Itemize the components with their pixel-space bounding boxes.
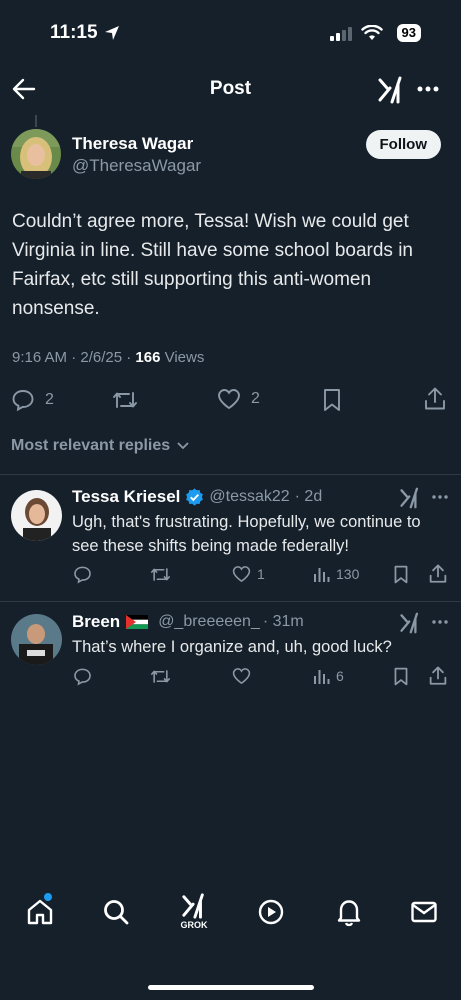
post-timestamp: 9:16 AM · 2/6/25 · <box>12 349 136 366</box>
views-button[interactable]: 130 <box>313 565 359 583</box>
palestine-flag-icon <box>126 615 149 629</box>
reply-author-name[interactable]: Tessa Kriesel <box>72 487 180 507</box>
clock-text: 11:15 <box>50 22 98 43</box>
author-name[interactable]: Theresa Wagar <box>72 134 193 154</box>
post-meta: 9:16 AM · 2/6/25 · 166 Views <box>12 349 204 366</box>
reply-author-handle[interactable]: @_breeeeen_ <box>158 613 260 631</box>
like-button[interactable]: 1 <box>232 565 265 583</box>
author-handle[interactable]: @TheresaWagar <box>72 156 201 176</box>
bookmark-icon[interactable] <box>393 565 409 584</box>
author-avatar[interactable] <box>11 129 61 179</box>
battery-indicator: 93 <box>396 24 421 42</box>
grok-icon <box>182 893 204 919</box>
reply-icon[interactable] <box>73 565 92 584</box>
bookmark-icon[interactable] <box>322 388 342 412</box>
home-icon[interactable] <box>26 898 54 926</box>
grok-tab[interactable]: GROK <box>177 893 211 930</box>
views-label: Views <box>160 349 205 366</box>
share-icon[interactable] <box>429 666 447 686</box>
thread-line <box>35 115 37 127</box>
repost-icon[interactable] <box>112 388 138 412</box>
reply-item[interactable]: Breen @_breeeeen_ · 31m That’s where I o… <box>0 602 461 702</box>
cellular-signal-icon <box>330 27 352 41</box>
wifi-icon <box>361 25 383 40</box>
video-play-icon[interactable] <box>257 898 285 926</box>
reply-avatar[interactable] <box>11 490 62 541</box>
chevron-down-icon <box>177 442 189 450</box>
more-icon[interactable] <box>432 495 448 499</box>
repost-icon[interactable] <box>150 667 171 686</box>
views-button[interactable]: 6 <box>313 667 344 685</box>
follow-button[interactable]: Follow <box>365 130 441 159</box>
post-actions: 2 2 <box>0 386 461 414</box>
views-count: 130 <box>336 566 360 582</box>
more-icon[interactable] <box>417 86 439 92</box>
like-button[interactable]: 2 <box>217 388 260 410</box>
share-icon[interactable] <box>429 564 447 584</box>
bottom-tab-bar: GROK <box>0 890 461 1000</box>
reply-count: 2 <box>45 391 54 408</box>
reply-header: Tessa Kriesel @tessak22 · 2d <box>72 487 322 507</box>
reply-author-name[interactable]: Breen <box>72 612 120 632</box>
reply-icon <box>12 390 34 412</box>
grok-tab-label: GROK <box>180 920 208 930</box>
heart-icon <box>232 668 251 685</box>
more-icon[interactable] <box>432 620 448 624</box>
verified-badge-icon <box>186 487 204 506</box>
reply-time: · 2d <box>294 488 323 505</box>
grok-icon[interactable] <box>400 612 420 634</box>
analytics-icon <box>314 670 330 684</box>
reply-time: · 31m <box>262 613 304 630</box>
status-time: 11:15 <box>50 22 120 44</box>
analytics-icon <box>314 568 330 582</box>
reply-author-handle[interactable]: @tessak22 <box>209 488 289 506</box>
views-count: 6 <box>336 668 344 684</box>
like-count: 2 <box>251 390 260 407</box>
views-count: 166 <box>135 349 161 366</box>
search-icon[interactable] <box>102 898 130 926</box>
notifications-bell-icon[interactable] <box>335 897 363 927</box>
notification-dot <box>44 893 52 901</box>
reply-text: Ugh, that's frustrating. Hopefully, we c… <box>72 513 421 555</box>
heart-icon <box>218 389 240 410</box>
replies-sort-label: Most relevant replies <box>11 437 171 454</box>
heart-icon <box>232 566 251 583</box>
reply-button[interactable]: 2 <box>11 388 54 412</box>
reply-icon[interactable] <box>73 667 92 686</box>
location-arrow-icon <box>104 26 119 40</box>
replies-sort-dropdown[interactable]: Most relevant replies <box>11 437 190 455</box>
messages-envelope-icon[interactable] <box>410 900 438 924</box>
reply-text: That’s where I organize and, uh, good lu… <box>72 638 392 656</box>
repost-icon[interactable] <box>150 565 171 584</box>
reply-header: Breen @_breeeeen_ · 31m <box>72 612 304 632</box>
bookmark-icon[interactable] <box>393 667 409 686</box>
status-bar: 11:15 93 <box>0 0 461 60</box>
grok-icon[interactable] <box>378 76 404 104</box>
share-icon[interactable] <box>424 387 446 411</box>
post-text: Couldn’t agree more, Tessa! Wish we coul… <box>12 211 413 319</box>
like-count: 1 <box>257 566 265 582</box>
reply-item[interactable]: Tessa Kriesel @tessak22 · 2d Ugh, that's… <box>0 475 461 601</box>
like-button[interactable] <box>232 667 257 685</box>
home-indicator <box>148 985 314 990</box>
reply-avatar[interactable] <box>11 614 62 665</box>
grok-icon[interactable] <box>400 487 420 509</box>
